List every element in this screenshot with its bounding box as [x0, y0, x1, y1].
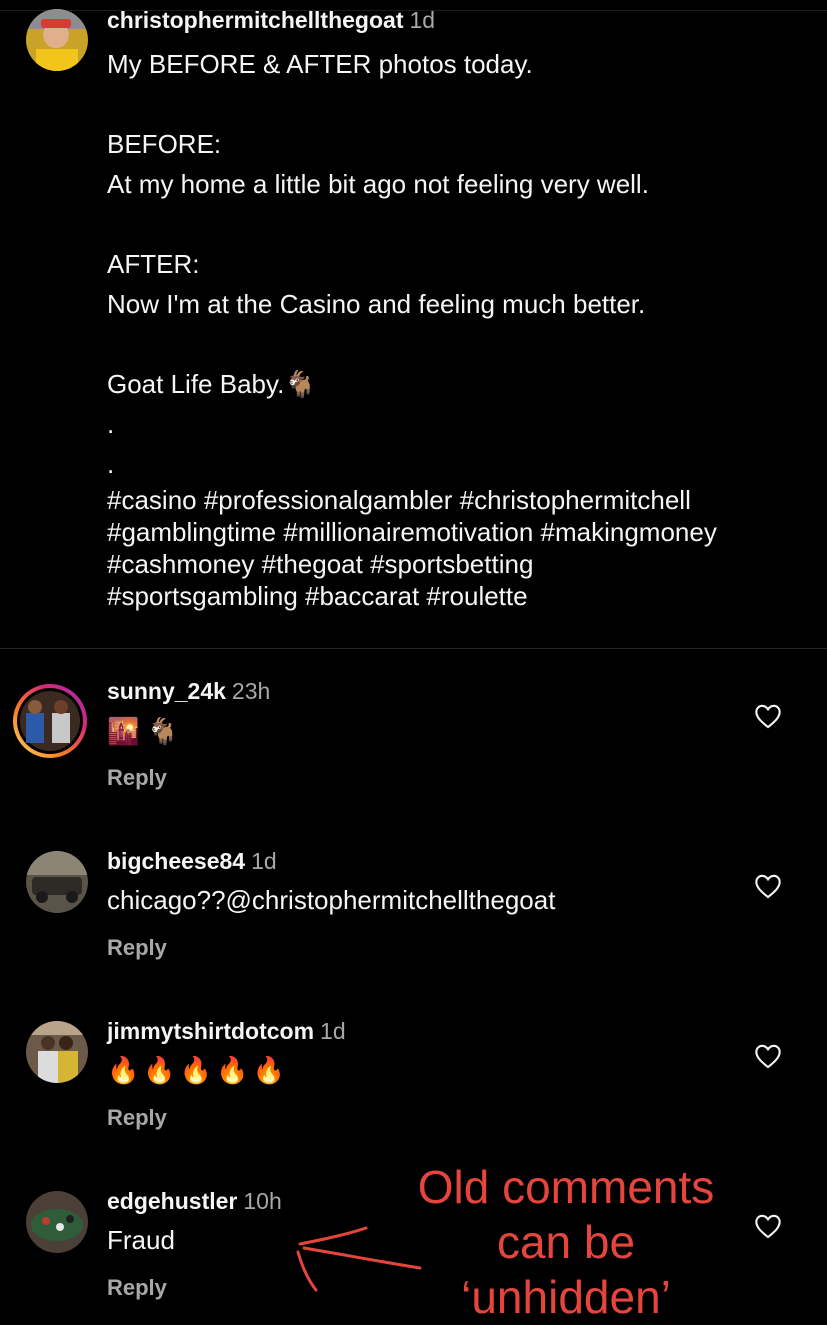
caption-line: My BEFORE & AFTER photos today.	[107, 49, 533, 79]
annotation-arrow	[290, 1218, 430, 1303]
comment-timestamp: 1d	[320, 1018, 346, 1044]
heart-outline-icon[interactable]	[754, 1043, 782, 1069]
caption-line: BEFORE:	[107, 129, 222, 159]
comment-avatar[interactable]	[26, 851, 88, 913]
caption-line: AFTER:	[107, 249, 200, 279]
caption-line: Now I'm at the Casino and feeling much b…	[107, 289, 646, 319]
comment-timestamp: 1d	[251, 848, 277, 874]
heart-outline-icon[interactable]	[754, 873, 782, 899]
caption-line: .	[107, 409, 115, 439]
comment-author-name[interactable]: edgehustler	[107, 1188, 237, 1214]
comment-text: chicago??@christophermitchellthegoat	[107, 885, 556, 915]
comment-username[interactable]: sunny_24k 23h	[107, 678, 270, 705]
comment-text: 🌇 🐐	[107, 716, 179, 746]
post-author-avatar[interactable]	[26, 9, 88, 71]
post-author-name[interactable]: christophermitchellthegoat	[107, 7, 403, 33]
annotation-line: ‘unhidden’	[461, 1271, 671, 1323]
post-author-username[interactable]: christophermitchellthegoat 1d	[107, 7, 435, 34]
comment-timestamp: 10h	[243, 1188, 282, 1214]
comment-username[interactable]: edgehustler 10h	[107, 1188, 282, 1215]
annotation-line: Old comments	[417, 1161, 715, 1213]
comment-author-name[interactable]: sunny_24k	[107, 678, 226, 704]
comment-author-name[interactable]: bigcheese84	[107, 848, 245, 874]
heart-outline-icon[interactable]	[754, 703, 782, 729]
comment-author-name[interactable]: jimmytshirtdotcom	[107, 1018, 314, 1044]
hashtag-line[interactable]: #gamblingtime #millionairemotivation #ma…	[107, 516, 717, 548]
annotation-line: can be	[496, 1216, 636, 1268]
comment-avatar[interactable]	[26, 1191, 88, 1253]
hashtag-line[interactable]: #casino #professionalgambler #christophe…	[107, 484, 717, 516]
comment-text: 🔥🔥🔥🔥🔥	[107, 1055, 289, 1085]
post-timestamp: 1d	[409, 7, 436, 33]
caption-line: Goat Life Baby.🐐	[107, 369, 317, 399]
caption-divider	[0, 648, 827, 649]
reply-button[interactable]: Reply	[107, 1275, 167, 1301]
comment-avatar[interactable]	[26, 1021, 88, 1083]
annotation-text: Old comments can be ‘unhidden’	[396, 1160, 736, 1325]
comment-text: Fraud	[107, 1225, 175, 1255]
caption-line: At my home a little bit ago not feeling …	[107, 169, 649, 199]
hashtag-line[interactable]: #cashmoney #thegoat #sportsbetting	[107, 548, 717, 580]
reply-button[interactable]: Reply	[107, 765, 167, 791]
comment-username[interactable]: jimmytshirtdotcom 1d	[107, 1018, 346, 1045]
comment-timestamp: 23h	[231, 678, 271, 704]
reply-button[interactable]: Reply	[107, 935, 167, 961]
post-caption: My BEFORE & AFTER photos today. BEFORE: …	[107, 44, 649, 484]
caption-line: .	[107, 449, 115, 479]
comment-avatar[interactable]	[12, 683, 88, 759]
comment-username[interactable]: bigcheese84 1d	[107, 848, 277, 875]
hashtag-line[interactable]: #sportsgambling #baccarat #roulette	[107, 580, 717, 612]
post-hashtags: #casino #professionalgambler #christophe…	[107, 484, 717, 612]
reply-button[interactable]: Reply	[107, 1105, 167, 1131]
heart-outline-icon[interactable]	[754, 1213, 782, 1239]
